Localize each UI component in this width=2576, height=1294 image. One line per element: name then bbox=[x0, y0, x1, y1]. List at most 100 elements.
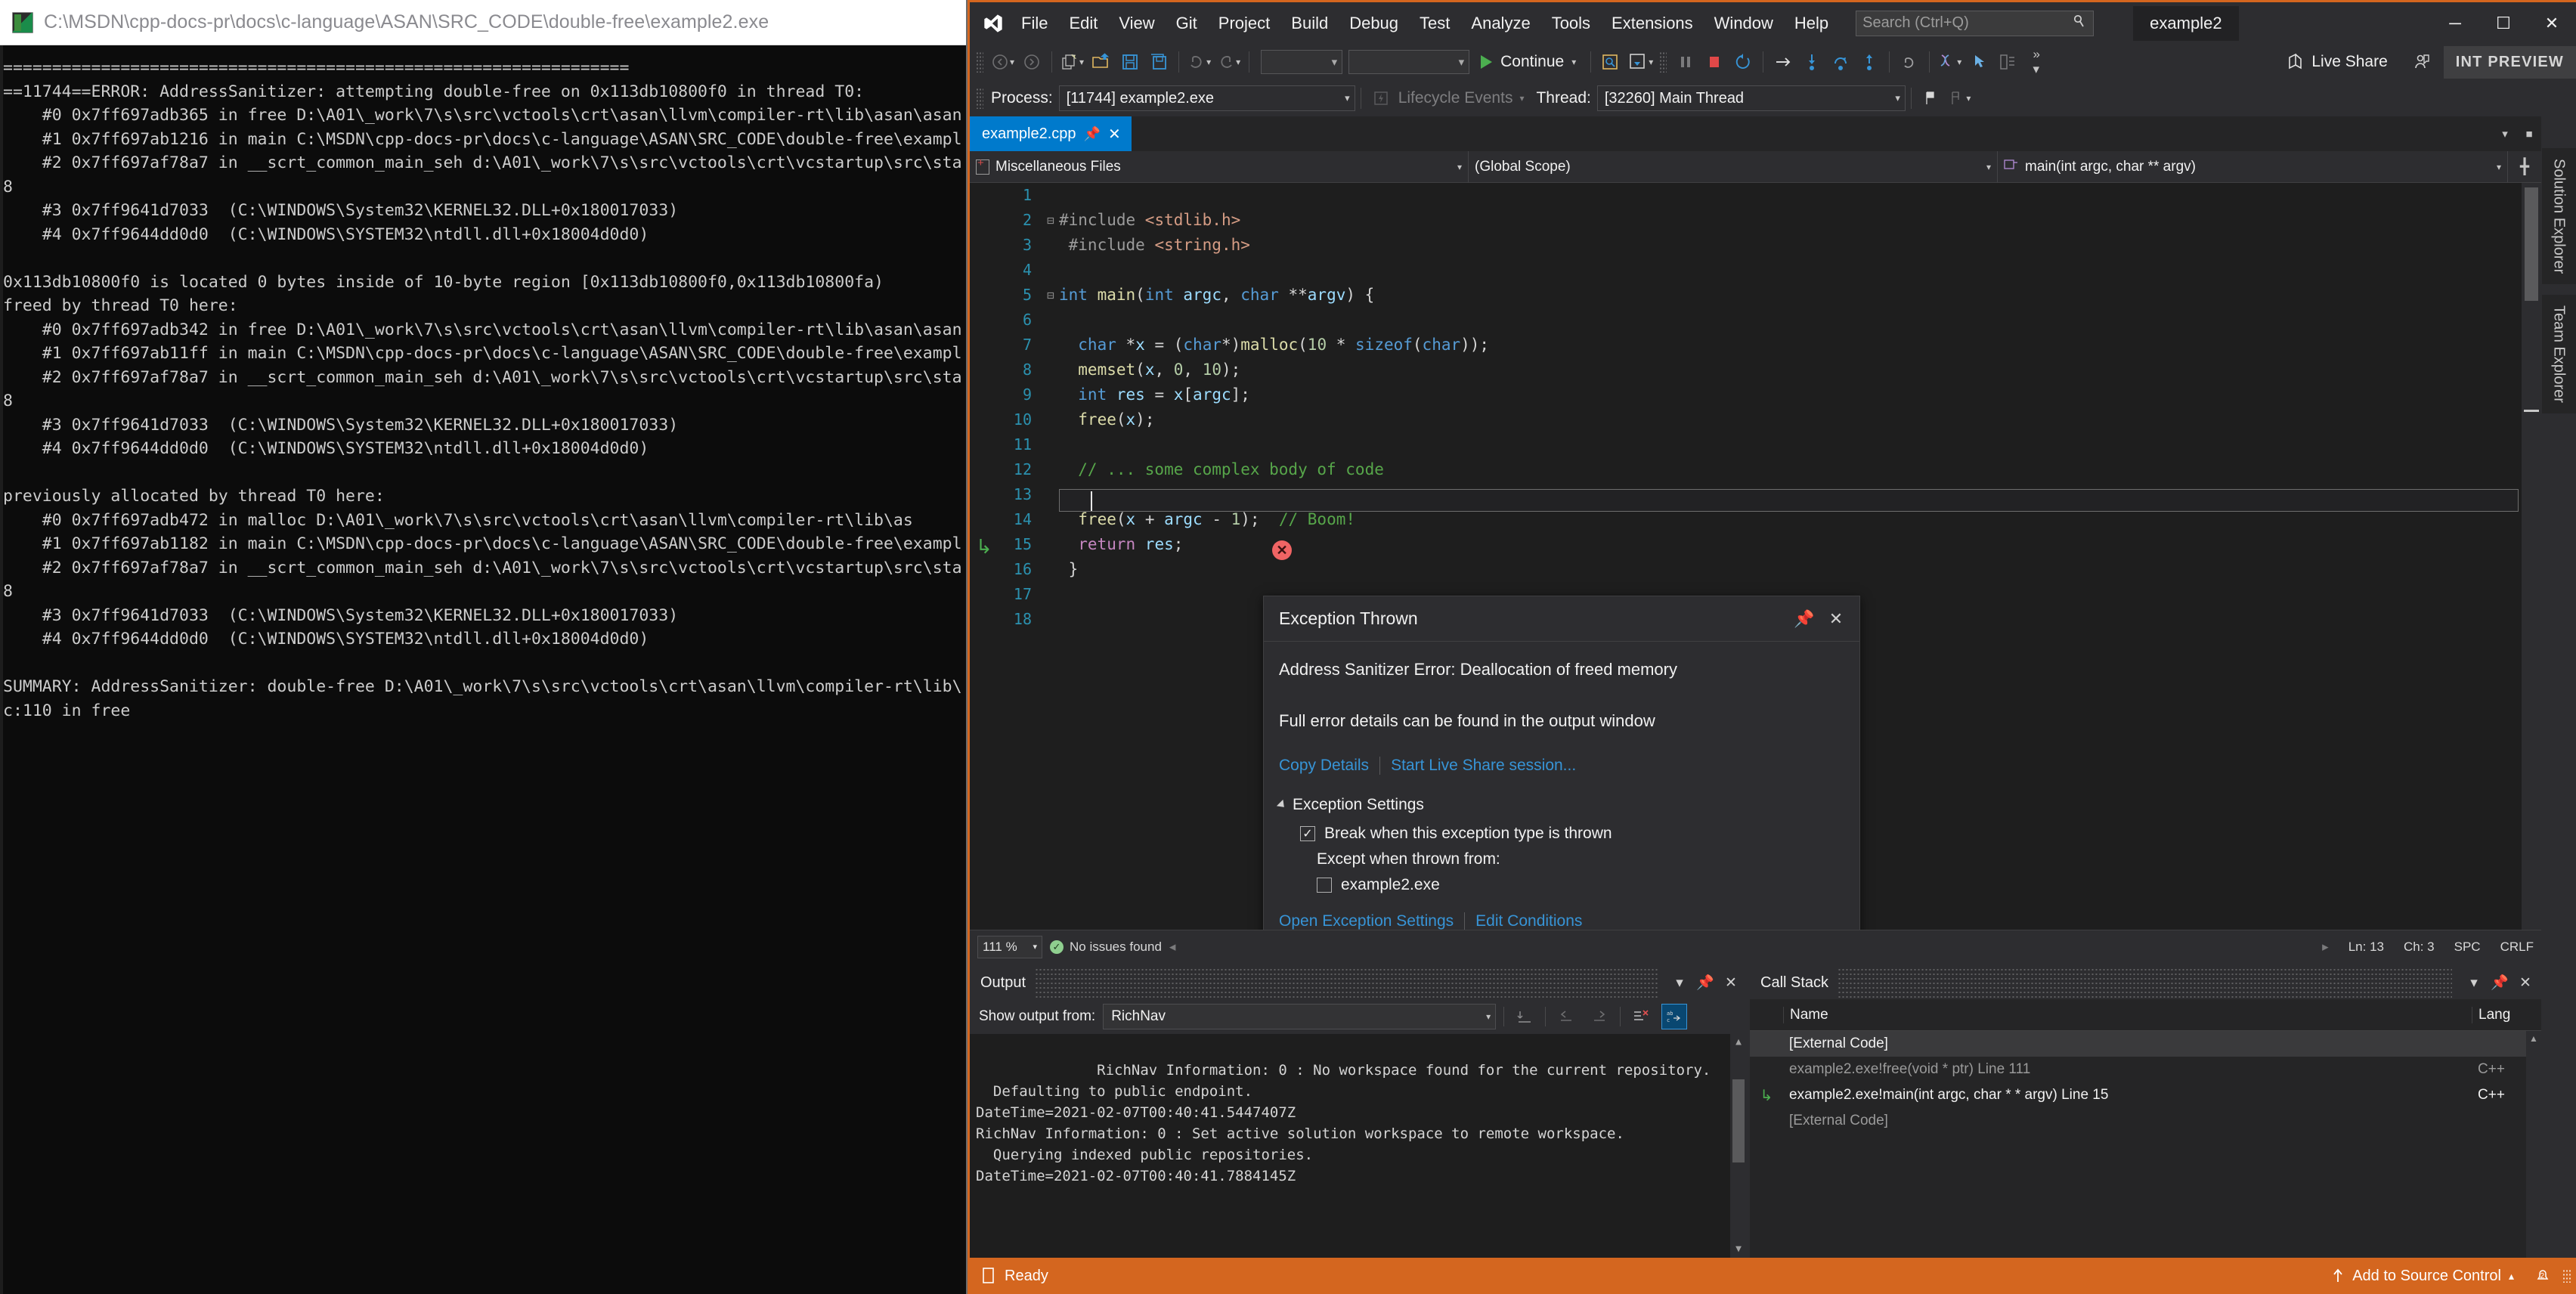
menu-view[interactable]: View bbox=[1108, 2, 1165, 44]
pin-icon[interactable]: 📌 bbox=[1692, 970, 1718, 995]
attach-to-process-icon[interactable] bbox=[1596, 47, 1625, 77]
break-on-exception-row[interactable]: ✓ Break when this exception type is thro… bbox=[1300, 825, 1844, 843]
word-wrap-icon[interactable]: ab c bbox=[1661, 1004, 1688, 1029]
break-all-icon[interactable] bbox=[1671, 47, 1700, 77]
menu-extensions[interactable]: Extensions bbox=[1601, 2, 1704, 44]
code-line[interactable]: 1 bbox=[970, 183, 2541, 208]
code-editor[interactable]: 1 2 ⊟ #include <stdlib.h> 3 #include <string… bbox=[970, 183, 2541, 930]
error-marker-icon[interactable]: ✕ bbox=[1272, 540, 1292, 560]
clear-all-icon[interactable] bbox=[1628, 1004, 1654, 1029]
stop-debugging-icon[interactable] bbox=[1700, 47, 1729, 77]
menu-git[interactable]: Git bbox=[1166, 2, 1208, 44]
code-line[interactable]: 4 bbox=[970, 258, 2541, 283]
resize-grip[interactable] bbox=[2562, 1269, 2571, 1283]
resize-grip[interactable] bbox=[1844, 929, 1855, 930]
debug-target-icon[interactable]: ▾ bbox=[1625, 47, 1656, 77]
exe-exclusion-checkbox[interactable] bbox=[1317, 878, 1332, 893]
menu-debug[interactable]: Debug bbox=[1339, 2, 1409, 44]
chevron-down-icon[interactable]: ▾ bbox=[1571, 57, 1576, 67]
diagnostic-tools-icon[interactable] bbox=[1993, 47, 2022, 77]
exception-settings-expander[interactable]: Exception Settings bbox=[1276, 796, 1844, 814]
editor-vertical-scrollbar[interactable] bbox=[2522, 183, 2541, 930]
solution-configuration-combo[interactable]: ▾ bbox=[1261, 50, 1343, 74]
toolbar-grip[interactable] bbox=[976, 88, 983, 109]
eol-indicator[interactable]: CRLF bbox=[2500, 940, 2534, 955]
edit-conditions-link[interactable]: Edit Conditions bbox=[1475, 912, 1582, 930]
function-combo[interactable]: main(int argc, char ** argv) ▾ bbox=[1998, 151, 2508, 182]
chevron-down-icon[interactable]: ▾ bbox=[1236, 57, 1240, 67]
menu-analyze[interactable]: Analyze bbox=[1460, 2, 1540, 44]
scroll-up-icon[interactable]: ▲ bbox=[1730, 1034, 1747, 1051]
menu-project[interactable]: Project bbox=[1208, 2, 1280, 44]
add-to-source-control-button[interactable]: Add to Source Control ▴ bbox=[2331, 1268, 2514, 1285]
column-name[interactable]: Name bbox=[1783, 1006, 2472, 1023]
close-icon[interactable]: ✕ bbox=[1820, 603, 1852, 635]
continue-button[interactable]: Continue ▾ bbox=[1469, 47, 1585, 77]
vtab-team-explorer[interactable]: Team Explorer bbox=[2541, 295, 2576, 414]
toolbar-grip[interactable] bbox=[1659, 51, 1667, 73]
code-line[interactable]: 12 // ... some complex body of code bbox=[970, 457, 2541, 482]
code-line[interactable]: 7 char *x = (char*)malloc(10 * sizeof(ch… bbox=[970, 333, 2541, 358]
navigate-backward-icon[interactable]: ▾ bbox=[988, 47, 1017, 77]
minimize-button[interactable]: ─ bbox=[2431, 2, 2479, 44]
menu-tools[interactable]: Tools bbox=[1541, 2, 1601, 44]
toolbar-grip[interactable] bbox=[976, 51, 983, 73]
exception-thrown-dialog[interactable]: Exception Thrown 📌 ✕ Address Sanitizer E… bbox=[1263, 596, 1860, 930]
split-view-icon[interactable]: ■ bbox=[2517, 116, 2541, 151]
code-line[interactable]: 6 bbox=[970, 308, 2541, 333]
thread-combo[interactable]: [32260] Main Thread ▾ bbox=[1596, 85, 1906, 111]
pin-icon[interactable]: 📌 bbox=[1788, 603, 1820, 635]
toolbar-overflow-icon[interactable]: » ▾ bbox=[2022, 47, 2051, 77]
menu-help[interactable]: Help bbox=[1784, 2, 1839, 44]
chevron-down-icon[interactable]: ▾ bbox=[1010, 57, 1014, 67]
open-file-icon[interactable] bbox=[1087, 47, 1116, 77]
call-stack-row[interactable]: ↳ example2.exe!main(int argc, char * * ar… bbox=[1750, 1082, 2541, 1108]
chevron-down-icon[interactable]: ▾ bbox=[1966, 93, 1971, 104]
call-stack-row[interactable]: [External Code] bbox=[1750, 1031, 2541, 1057]
project-combo[interactable]: Miscellaneous Files ▾ bbox=[970, 151, 1469, 182]
output-scrollbar[interactable]: ▲ ▼ bbox=[1730, 1034, 1747, 1258]
search-input[interactable] bbox=[1862, 14, 2073, 32]
flag-thread-icon[interactable] bbox=[1917, 83, 1946, 113]
tab-example2-cpp[interactable]: example2.cpp 📌 ✕ bbox=[970, 116, 1132, 151]
step-over-icon[interactable] bbox=[1826, 47, 1855, 77]
send-feedback-icon[interactable] bbox=[2407, 47, 2436, 77]
chevron-down-icon[interactable]: ▾ bbox=[1667, 970, 1692, 995]
code-line[interactable]: 2 ⊟ #include <stdlib.h> bbox=[970, 208, 2541, 233]
start-live-share-link[interactable]: Start Live Share session... bbox=[1391, 757, 1576, 775]
copy-details-link[interactable]: Copy Details bbox=[1279, 757, 1369, 775]
column-lang[interactable]: Lang bbox=[2472, 1006, 2541, 1023]
step-into-icon[interactable] bbox=[1797, 47, 1826, 77]
menu-build[interactable]: Build bbox=[1280, 2, 1339, 44]
chevron-down-icon[interactable]: ▾ bbox=[1206, 57, 1211, 67]
redo-icon[interactable]: ▾ bbox=[1214, 47, 1243, 77]
step-out-icon[interactable] bbox=[1855, 47, 1884, 77]
code-line[interactable]: 15 return res; bbox=[970, 532, 2541, 557]
code-line[interactable]: 11 bbox=[970, 432, 2541, 457]
split-editor-icon[interactable]: ╋ bbox=[2508, 151, 2541, 182]
pointer-icon[interactable] bbox=[1965, 47, 1993, 77]
issues-status[interactable]: ✓ No issues found bbox=[1050, 940, 1162, 955]
chevron-down-icon[interactable]: ▾ bbox=[1649, 57, 1653, 67]
nav-prev-icon[interactable] bbox=[1553, 1004, 1579, 1029]
break-on-exception-checkbox[interactable]: ✓ bbox=[1300, 826, 1315, 841]
undo-step-icon[interactable] bbox=[1895, 47, 1924, 77]
restart-icon[interactable] bbox=[1729, 47, 1757, 77]
process-combo[interactable]: [11744] example2.exe ▾ bbox=[1058, 85, 1355, 111]
vtab-solution-explorer[interactable]: Solution Explorer bbox=[2541, 148, 2576, 285]
fold-toggle-icon[interactable]: ⊟ bbox=[1042, 208, 1059, 233]
menu-window[interactable]: Window bbox=[1704, 2, 1784, 44]
undo-icon[interactable]: ▾ bbox=[1184, 47, 1214, 77]
new-file-icon[interactable]: ▾ bbox=[1057, 47, 1087, 77]
fold-toggle-icon[interactable]: ⊟ bbox=[1042, 283, 1059, 308]
exe-exclusion-row[interactable]: example2.exe bbox=[1317, 876, 1844, 894]
panel-drag-handle[interactable] bbox=[1035, 966, 1658, 999]
code-line[interactable]: 16 } bbox=[970, 557, 2541, 582]
chevron-down-icon[interactable]: ▾ bbox=[2461, 970, 2487, 995]
code-line[interactable]: 3 #include <string.h> bbox=[970, 233, 2541, 258]
close-icon[interactable]: ✕ bbox=[1108, 125, 1121, 144]
code-line[interactable]: 10 free(x); bbox=[970, 407, 2541, 432]
show-flagged-threads-icon[interactable]: ▾ bbox=[1946, 83, 1974, 113]
scroll-down-icon[interactable]: ▼ bbox=[1730, 1241, 1747, 1258]
save-all-icon[interactable] bbox=[1144, 47, 1173, 77]
